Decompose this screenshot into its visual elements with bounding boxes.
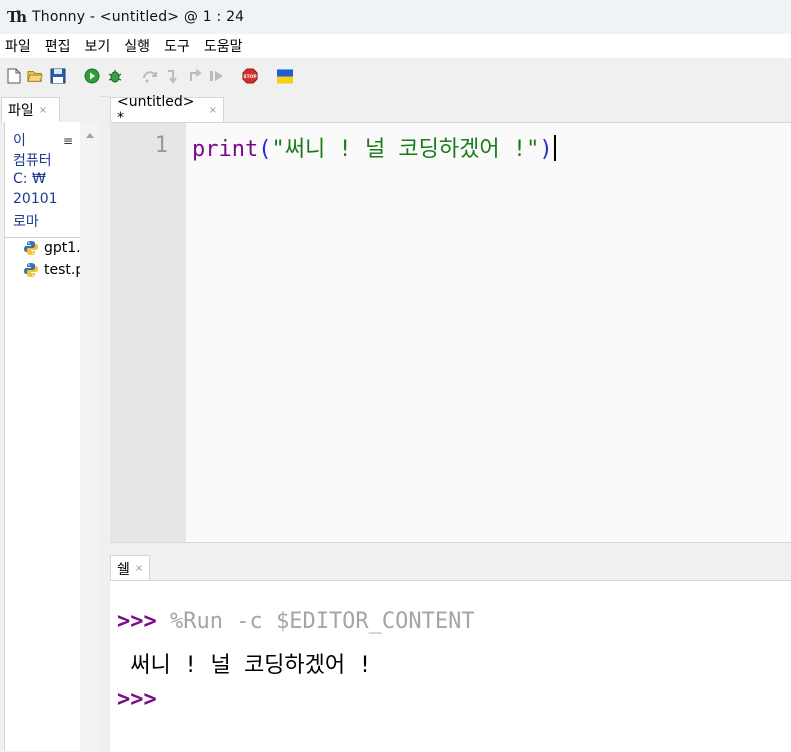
ukraine-flag-icon[interactable] [277, 68, 293, 84]
step-into-icon[interactable] [165, 68, 181, 84]
python-file-icon [24, 241, 38, 255]
file-name: test.py [44, 262, 81, 278]
menu-file[interactable]: 파일 [0, 36, 38, 56]
file-list-item[interactable]: test.py [23, 262, 81, 278]
open-folder-icon[interactable] [27, 68, 43, 84]
run-icon[interactable] [84, 68, 100, 84]
svg-text:STOP: STOP [243, 74, 257, 80]
close-icon[interactable]: × [39, 105, 47, 116]
tab-shell[interactable]: 쉘 × [110, 555, 150, 581]
line-number: 1 [154, 133, 168, 158]
tab-files-label: 파일 [8, 103, 34, 119]
code-keyword: print [192, 137, 259, 162]
files-scrollbar[interactable] [80, 122, 100, 751]
title-bar: Th Thonny - <untitled> @ 1 : 24 [0, 0, 791, 34]
shell-output: 써니 ! 널 코딩하겠어 ! [117, 653, 372, 678]
step-over-icon[interactable] [142, 68, 158, 84]
menu-edit[interactable]: 편집 [38, 36, 78, 56]
toolbar: STOP [0, 58, 791, 97]
path-segment[interactable]: C: ₩ [13, 171, 46, 187]
text-caret [553, 135, 556, 161]
save-icon[interactable] [50, 68, 66, 84]
tab-files[interactable]: 파일 × [1, 97, 60, 122]
stop-icon[interactable]: STOP [242, 68, 258, 84]
files-tab-bar: 파일 × [0, 96, 100, 122]
new-file-icon[interactable] [6, 68, 22, 84]
code-close-paren: ) [539, 137, 553, 162]
path-segment[interactable]: 이 [13, 130, 26, 150]
path-segment[interactable]: 로마 [13, 211, 39, 231]
shell-tab-bar: 쉘 × [110, 542, 791, 581]
shell-console[interactable]: >>> %Run -c $EDITOR_CONTENT 써니 ! 널 코딩하겠어… [110, 580, 791, 752]
path-segment[interactable]: 컴퓨터 [13, 150, 52, 170]
code-line[interactable]: print("써니 ! 널 코딩하겠어 !") [192, 131, 556, 163]
divider [5, 237, 81, 238]
shell-prompt: >>> [117, 687, 157, 712]
editor-tab-bar: <untitled> * × [110, 94, 791, 126]
menu-bar: 파일 편집 보기 실행 도구 도움말 [0, 34, 791, 58]
close-icon[interactable]: × [135, 563, 143, 574]
debug-icon[interactable] [107, 68, 123, 84]
shell-input-line[interactable]: >>> [117, 687, 157, 712]
step-out-icon[interactable] [188, 68, 204, 84]
menu-tools[interactable]: 도구 [157, 36, 197, 56]
files-panel: 이 ≡ 컴퓨터 C: ₩ 20101 로마 gpt1.py test.py [4, 122, 81, 751]
file-name: gpt1.py [44, 240, 81, 256]
file-list-item[interactable]: gpt1.py [23, 240, 81, 256]
thonny-logo-icon: Th [6, 8, 27, 26]
menu-help[interactable]: 도움말 [197, 36, 250, 56]
line-number-gutter: 1 [110, 123, 186, 543]
shell-command-line: >>> %Run -c $EDITOR_CONTENT [117, 609, 475, 634]
code-editor[interactable]: 1 print("써니 ! 널 코딩하겠어 !") [110, 122, 791, 543]
shell-prompt: >>> [117, 609, 157, 634]
panel-menu-icon[interactable]: ≡ [63, 134, 73, 148]
tab-untitled[interactable]: <untitled> * × [110, 94, 224, 126]
shell-tab-label: 쉘 [117, 561, 130, 578]
path-segment[interactable]: 20101 [13, 191, 58, 207]
python-file-icon [24, 263, 38, 277]
menu-run[interactable]: 실행 [117, 36, 157, 56]
shell-command: %Run -c $EDITOR_CONTENT [170, 609, 475, 634]
close-icon[interactable]: × [209, 105, 217, 116]
window-title: Thonny - <untitled> @ 1 : 24 [32, 9, 245, 25]
scroll-up-icon[interactable] [80, 126, 100, 146]
code-open-paren: ( [258, 137, 272, 162]
menu-view[interactable]: 보기 [78, 36, 118, 56]
code-string: "써니 ! 널 코딩하겠어 !" [271, 137, 540, 162]
resume-icon[interactable] [209, 68, 225, 84]
